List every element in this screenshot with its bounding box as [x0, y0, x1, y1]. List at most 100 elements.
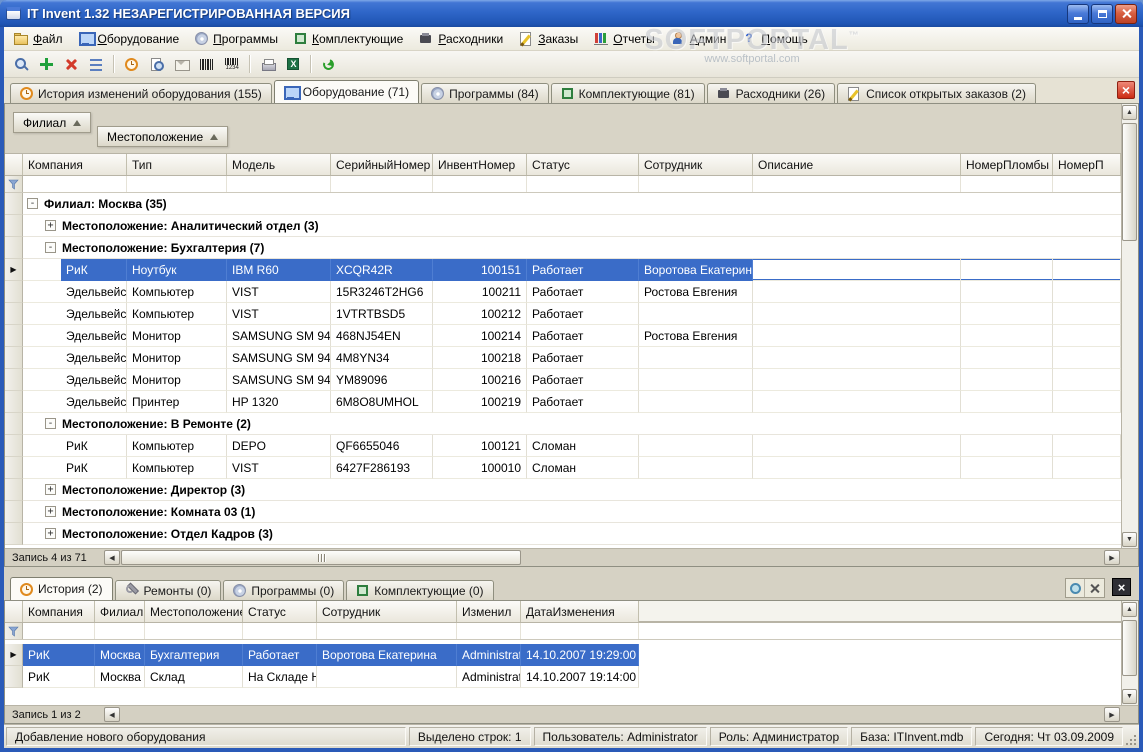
row-indicator[interactable] [5, 391, 23, 413]
detail-tab-repairs[interactable]: Ремонты (0) [114, 580, 222, 600]
cell[interactable] [639, 435, 753, 457]
cell[interactable]: SAMSUNG SM 940N [227, 347, 331, 369]
column-header[interactable]: Изменил [457, 601, 521, 622]
column-header[interactable]: НомерПломбы [961, 154, 1053, 175]
menu-reports[interactable]: Отчеты [586, 27, 663, 50]
filter-cell[interactable] [521, 623, 639, 639]
splitter[interactable] [4, 567, 1139, 574]
cell[interactable]: 6427F286193 [331, 457, 433, 479]
table-row[interactable]: - Местоположение: Бухгалтерия (7) [5, 237, 1138, 259]
edit-list-button[interactable] [84, 53, 107, 76]
cell[interactable]: Работает [527, 281, 639, 303]
row-indicator[interactable] [5, 413, 23, 435]
cell[interactable]: Компьютер [127, 303, 227, 325]
row-indicator[interactable] [5, 457, 23, 479]
cell[interactable]: Склад [145, 666, 243, 688]
cell[interactable]: Компьютер [127, 281, 227, 303]
filter-cell[interactable] [433, 176, 527, 192]
menu-components[interactable]: Комплектующие [286, 27, 411, 50]
column-header[interactable]: Тип [127, 154, 227, 175]
cell[interactable]: Эдельвейс [61, 347, 127, 369]
column-header[interactable]: Сотрудник [317, 601, 457, 622]
row-indicator[interactable] [5, 281, 23, 303]
detail-scroll-left-button[interactable]: ◀ [104, 707, 120, 722]
expand-toggle-icon[interactable]: + [45, 528, 56, 539]
scroll-down-button[interactable]: ▼ [1122, 532, 1137, 547]
table-row[interactable]: ▶ РиК Ноутбук IBM R60 XCQR42R 100151 Работает В… [5, 259, 1138, 281]
menu-help[interactable]: Помощь [734, 27, 815, 50]
menu-programs[interactable]: Программы [187, 27, 286, 50]
cell[interactable] [753, 259, 961, 281]
filter-cell[interactable] [145, 623, 243, 639]
cell[interactable]: 100214 [433, 325, 527, 347]
cell[interactable] [639, 369, 753, 391]
scroll-left-button[interactable]: ◀ [104, 550, 120, 565]
cell[interactable] [1053, 391, 1121, 413]
cell[interactable] [1053, 259, 1121, 281]
cell[interactable]: Монитор [127, 347, 227, 369]
column-header[interactable]: НомерП [1053, 154, 1121, 175]
column-header[interactable]: Компания [23, 154, 127, 175]
tab-close-button[interactable]: × [1117, 81, 1135, 99]
detail-scroll-right-button[interactable]: ▶ [1104, 707, 1120, 722]
cell[interactable]: Работает [527, 325, 639, 347]
cell[interactable]: РиК [61, 435, 127, 457]
resize-grip[interactable] [1124, 733, 1136, 745]
find-document-button[interactable] [145, 53, 168, 76]
cell[interactable]: Administrator [457, 644, 521, 666]
cell[interactable]: DEPO [227, 435, 331, 457]
row-indicator[interactable]: ▶ [5, 259, 23, 281]
barcode-numbers-button[interactable] [220, 53, 243, 76]
column-header[interactable]: Местоположение [145, 601, 243, 622]
filter-cell[interactable] [95, 623, 145, 639]
cell[interactable]: YM89096 [331, 369, 433, 391]
cell[interactable] [753, 303, 961, 325]
cell[interactable] [961, 457, 1053, 479]
cell[interactable]: VIST [227, 281, 331, 303]
cell[interactable]: РиК [61, 457, 127, 479]
detail-tab-components[interactable]: Комплектующие (0) [346, 580, 494, 600]
group-row[interactable]: - Местоположение: В Ремонте (2) [23, 413, 1138, 435]
column-header[interactable]: Модель [227, 154, 331, 175]
cell[interactable]: 15R3246T2HG6 [331, 281, 433, 303]
cell[interactable]: Воротова Екатерина [639, 259, 753, 281]
cell[interactable]: Ноутбук [127, 259, 227, 281]
cell[interactable]: 100121 [433, 435, 527, 457]
row-indicator[interactable] [5, 523, 23, 545]
tab-history[interactable]: История изменений оборудования (155) [10, 83, 272, 103]
expand-toggle-icon[interactable]: - [45, 242, 56, 253]
filter-cell[interactable] [1053, 176, 1121, 192]
cell[interactable]: Работает [527, 347, 639, 369]
table-row[interactable]: РиКМоскваСкладНа Складе Новый Administrat… [5, 666, 1138, 688]
menu-file[interactable]: Файл [6, 27, 71, 50]
print-button[interactable] [256, 53, 279, 76]
table-row[interactable]: - Местоположение: В Ремонте (2) [5, 413, 1138, 435]
table-row[interactable]: Эдельвейс Компьютер VIST 1VTRTBSD5 100212 Раб… [5, 303, 1138, 325]
cell[interactable]: Эдельвейс [61, 325, 127, 347]
cell[interactable]: Эдельвейс [61, 281, 127, 303]
tab-programs[interactable]: Программы (84) [421, 83, 549, 103]
filter-cell[interactable] [457, 623, 521, 639]
cell[interactable]: Москва [95, 644, 145, 666]
detail-tab-history[interactable]: История (2) [10, 577, 113, 600]
history-button[interactable] [120, 53, 143, 76]
cell[interactable] [961, 369, 1053, 391]
row-indicator[interactable] [5, 303, 23, 325]
cell[interactable] [961, 325, 1053, 347]
row-indicator[interactable] [5, 347, 23, 369]
expand-toggle-icon[interactable]: + [45, 484, 56, 495]
table-row[interactable]: ▶ РиК Москва Бухгалтерия Работает Воротова Ек… [5, 644, 1138, 666]
tab-consumables[interactable]: Расходники (26) [706, 83, 836, 103]
cell[interactable] [317, 666, 457, 688]
cell[interactable]: Монитор [127, 369, 227, 391]
cell[interactable]: 6M8O8UMHOL [331, 391, 433, 413]
cell[interactable]: 468NJ54EN [331, 325, 433, 347]
vscroll-thumb[interactable] [1122, 123, 1137, 241]
cell[interactable]: 100218 [433, 347, 527, 369]
cell[interactable] [753, 435, 961, 457]
table-row[interactable]: ЭдельвейсМониторSAMSUNG SM 940N468NJ54EN… [5, 325, 1138, 347]
cell[interactable] [961, 303, 1053, 325]
cell[interactable] [1053, 457, 1121, 479]
row-indicator[interactable] [5, 369, 23, 391]
filter-cell[interactable] [331, 176, 433, 192]
